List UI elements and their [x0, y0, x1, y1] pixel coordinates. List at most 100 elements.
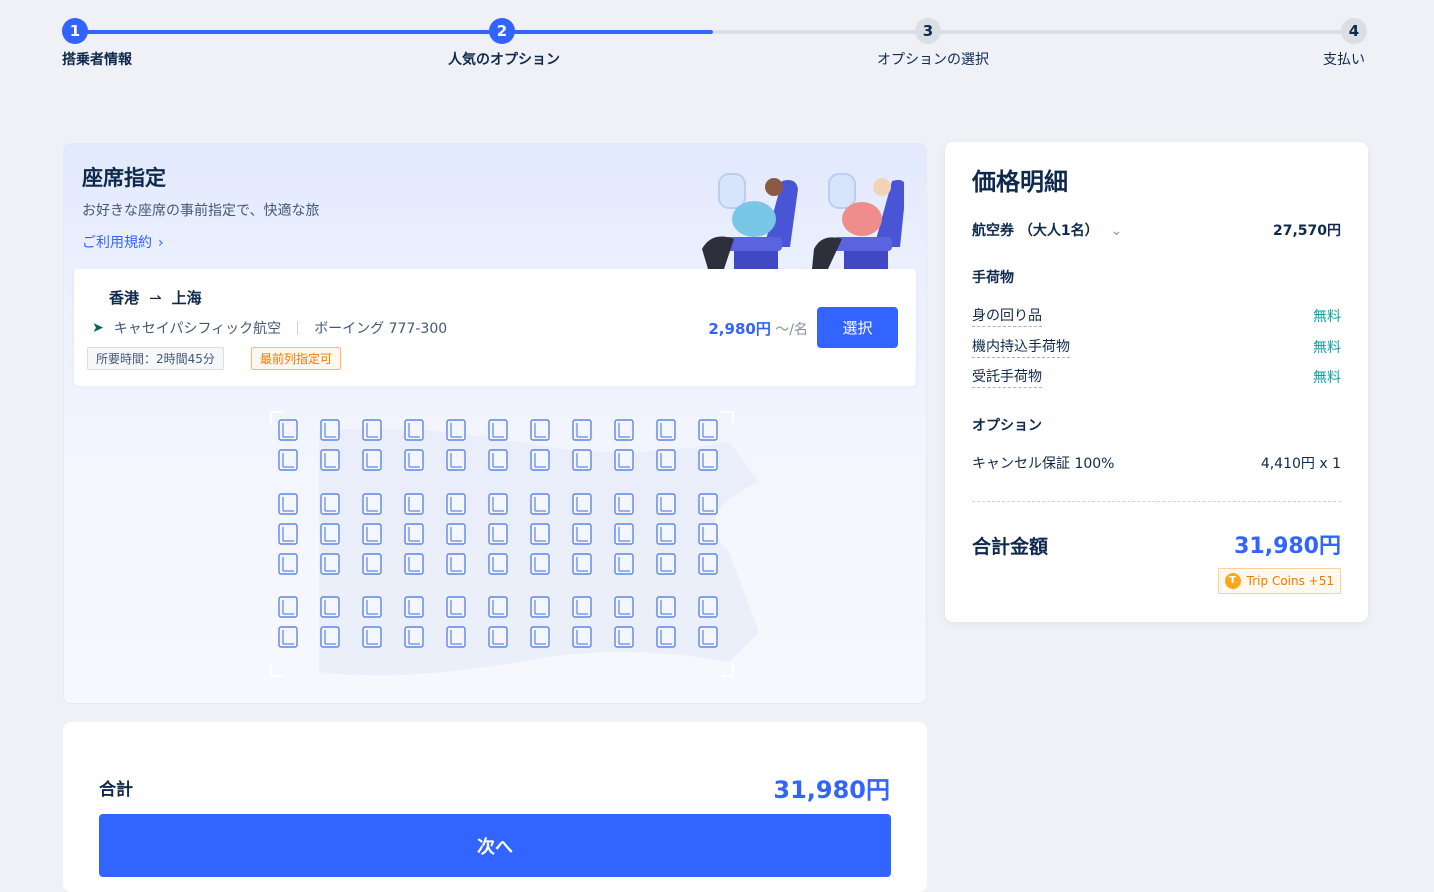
baggage-row: 機内持込手荷物 無料 — [972, 336, 1341, 358]
baggage-item-label[interactable]: 機内持込手荷物 — [972, 336, 1070, 358]
seat-icon — [320, 596, 340, 618]
seat-icon — [572, 449, 592, 471]
next-button[interactable]: 次へ — [99, 814, 891, 877]
terms-link-label: ご利用規約 — [82, 235, 152, 251]
seat-icon — [404, 626, 424, 648]
seat-icon — [530, 493, 550, 515]
seat-icon — [656, 596, 676, 618]
seat-map-preview — [270, 411, 759, 677]
flight-segment-box: 香港 ⇀ 上海 ➤ キャセイパシフィック航空 ボーイング 777-300 所要時間：… — [74, 269, 916, 386]
seat-icon — [320, 553, 340, 575]
baggage-item-value: 無料 — [1313, 309, 1341, 325]
seat-icon — [698, 626, 718, 648]
seat-icon — [698, 449, 718, 471]
seat-icon — [614, 493, 634, 515]
terms-link[interactable]: ご利用規約 › — [82, 232, 164, 252]
route-arrow-icon: ⇀ — [149, 289, 162, 307]
seat-icon — [572, 523, 592, 545]
option-value: 4,410円 x 1 — [1260, 456, 1341, 472]
seat-icon — [362, 449, 382, 471]
seat-icon — [488, 493, 508, 515]
chevron-down-icon: ⌄ — [1110, 223, 1123, 239]
seat-icon — [488, 596, 508, 618]
seat-icon — [488, 449, 508, 471]
seat-price-value: 2,980円 — [708, 320, 771, 338]
ticket-price: 27,570円 — [1272, 223, 1341, 239]
step-2-label: 人気のオプション — [448, 52, 560, 68]
seat-icon — [404, 596, 424, 618]
total-amount-value: 31,980円 — [1234, 534, 1341, 559]
price-divider — [972, 501, 1341, 502]
baggage-section-title: 手荷物 — [972, 270, 1014, 286]
seat-icon — [614, 626, 634, 648]
seat-icon — [362, 523, 382, 545]
seat-icon — [320, 626, 340, 648]
airline-info: ➤ キャセイパシフィック航空 ボーイング 777-300 — [92, 318, 447, 338]
trip-coins-label: Trip Coins +51 — [1246, 574, 1334, 588]
step-2-dot: 2 — [489, 18, 515, 44]
seat-icon — [362, 553, 382, 575]
ticket-row[interactable]: 航空券 （大人1名） ⌄ 27,570円 — [972, 220, 1341, 240]
seat-icon — [488, 626, 508, 648]
baggage-item-value: 無料 — [1313, 340, 1341, 356]
seat-icon — [656, 523, 676, 545]
seat-icon — [446, 419, 466, 441]
progress-stepper: 1 搭乗者情報 2 人気のオプション 3 オプションの選択 4 支払い — [0, 0, 1434, 80]
divider — [297, 321, 299, 335]
seat-icon — [530, 449, 550, 471]
seat-icon — [320, 419, 340, 441]
seat-icon — [446, 626, 466, 648]
seat-icon — [320, 523, 340, 545]
seat-icon — [656, 626, 676, 648]
seat-icon — [320, 493, 340, 515]
seat-icon — [656, 419, 676, 441]
seat-icon — [488, 419, 508, 441]
seat-icon — [656, 449, 676, 471]
checkout-summary-card: 合計 31,980円 次へ — [63, 722, 927, 892]
seat-icon — [614, 419, 634, 441]
seat-icon — [572, 553, 592, 575]
baggage-item-label[interactable]: 受託手荷物 — [972, 366, 1042, 388]
passengers-illustration — [702, 173, 904, 269]
seat-icon — [698, 493, 718, 515]
seat-icon — [278, 553, 298, 575]
ticket-label-group: 航空券 （大人1名） ⌄ — [972, 220, 1122, 240]
trip-coin-icon: T — [1224, 573, 1241, 589]
step-4-label: 支払い — [1323, 52, 1365, 68]
seat-icon — [362, 419, 382, 441]
step-1-label: 搭乗者情報 — [62, 52, 132, 68]
footer-total-value: 31,980円 — [773, 776, 890, 804]
select-seat-button[interactable]: 選択 — [817, 307, 898, 348]
seat-icon — [278, 493, 298, 515]
seat-icon — [404, 493, 424, 515]
seat-icon — [656, 553, 676, 575]
seat-icon — [446, 523, 466, 545]
baggage-item-label[interactable]: 身の回り品 — [972, 305, 1042, 327]
baggage-row: 身の回り品 無料 — [972, 305, 1341, 327]
seat-price: 2,980円 ～/名 — [708, 318, 808, 339]
seat-icon — [698, 596, 718, 618]
seat-icon — [530, 596, 550, 618]
seat-price-unit: ～/名 — [775, 322, 808, 338]
seat-icon — [572, 419, 592, 441]
step-4-dot: 4 — [1341, 18, 1367, 44]
option-label: キャンセル保証 100% — [972, 456, 1115, 472]
seat-icon — [530, 626, 550, 648]
option-row: キャンセル保証 100% 4,410円 x 1 — [972, 453, 1341, 473]
footer-total-label: 合計 — [99, 780, 133, 800]
seat-icon — [614, 596, 634, 618]
seat-icon — [362, 626, 382, 648]
seat-selection-subtitle: お好きな座席の事前指定で、快適な旅 — [82, 203, 320, 219]
seat-icon — [698, 419, 718, 441]
seat-icon — [446, 596, 466, 618]
chevron-right-icon: › — [158, 235, 164, 251]
seat-icon — [572, 596, 592, 618]
destination-city: 上海 — [171, 289, 202, 307]
seat-selection-title: 座席指定 — [82, 166, 166, 190]
seat-icon — [614, 449, 634, 471]
flight-route: 香港 ⇀ 上海 — [109, 287, 202, 308]
trip-coins-badge: T Trip Coins +51 — [1217, 568, 1341, 594]
seat-icon — [488, 523, 508, 545]
seat-icon — [446, 493, 466, 515]
seat-icon — [614, 553, 634, 575]
